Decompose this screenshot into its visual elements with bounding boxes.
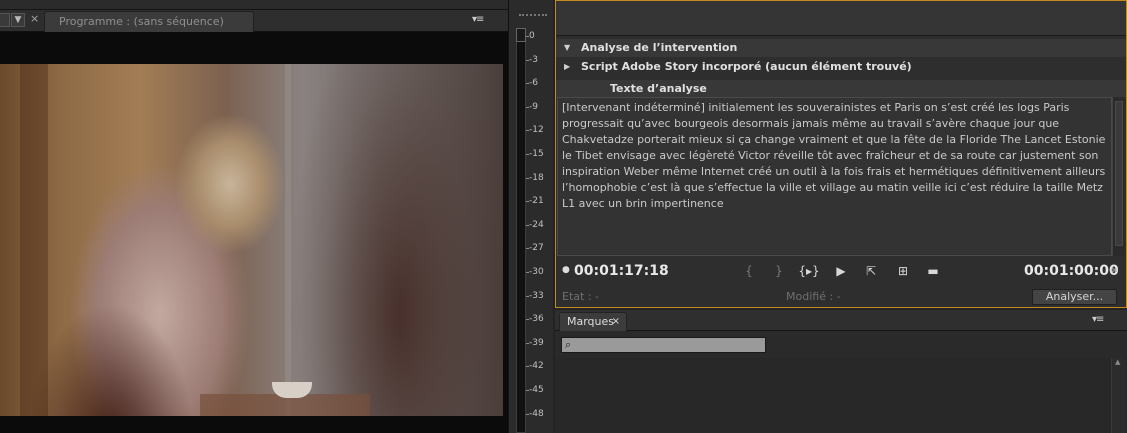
meter-tick-label: -18 — [526, 173, 553, 183]
panel-menu-icon[interactable]: ▾≡ — [472, 14, 484, 25]
close-icon[interactable]: × — [30, 12, 39, 25]
program-monitor-panel: ▼ × Programme : (sans séquence) ▾≡ — [0, 0, 508, 433]
meter-tick-label: -24 — [526, 220, 553, 230]
section-adobe-story-script[interactable]: ▶ Script Adobe Story incorporé (aucun él… — [556, 58, 1126, 76]
app-window: ▼ × Programme : (sans séquence) ▾≡ 0 -3 -6… — [0, 0, 1127, 433]
collapsed-triangle-icon: ▶ — [564, 62, 571, 71]
tab-programme[interactable]: Programme : (sans séquence) — [44, 11, 254, 32]
meter-tick-label: -48 — [526, 409, 553, 419]
section-speech-analysis-label: Analyse de l’intervention — [581, 41, 738, 54]
analysis-text-scrollbar[interactable] — [1112, 97, 1125, 256]
meter-tick-label: -39 — [526, 338, 553, 348]
meter-tick-label: -12 — [526, 125, 553, 135]
status-label: Etat : - — [562, 290, 599, 303]
section-analysis-text-label: Texte d’analyse — [610, 82, 707, 95]
window-frame — [20, 64, 48, 416]
analysis-text-area[interactable]: [Intervenant indéterminé] initialement l… — [557, 97, 1112, 256]
analyze-button[interactable]: Analyser... — [1032, 289, 1117, 305]
meter-tick-label: -36 — [526, 314, 553, 324]
audio-peak-indicator[interactable] — [516, 28, 526, 42]
meter-tick-label: -21 — [526, 196, 553, 206]
meter-tick-label: -3 — [526, 55, 553, 65]
markers-list — [555, 358, 1127, 433]
audio-meter-bar — [516, 28, 526, 433]
play-in-to-out-button[interactable]: {▸} — [796, 262, 822, 280]
meter-tick-label: -9 — [526, 102, 553, 112]
tab-programme-label: Programme : (sans séquence) — [59, 15, 224, 28]
link-icon[interactable]: ∞ — [1110, 265, 1118, 276]
step-forward-button[interactable]: } — [770, 262, 788, 280]
play-button[interactable]: ▶ — [832, 262, 850, 280]
tab-marques-label: Marques — [567, 315, 615, 328]
current-timecode[interactable]: 00:01:17:18 — [574, 259, 669, 283]
section-analysis-text: Texte d’analyse — [556, 80, 1126, 98]
video-frame — [0, 64, 503, 416]
meter-tick-label: -42 — [526, 361, 553, 371]
speech-analysis-panel: ▼ Analyse de l’intervention ▶ Script Ado… — [555, 0, 1127, 308]
dropdown-icon[interactable]: ▼ — [11, 13, 25, 27]
export-icon[interactable]: ⇱ — [862, 262, 880, 280]
markers-tab-bar: Marques × ▾≡ — [555, 310, 1127, 331]
meter-tick-label: -30 — [526, 267, 553, 277]
meter-scale: 0 -3 -6 -9 -12 -15 -18 -21 -24 -27 -30 -33 -36 -39 -42… — [526, 28, 553, 433]
playhead-dot-icon: ● — [562, 265, 570, 275]
program-top-strip — [0, 0, 508, 10]
section-adobe-story-script-label: Script Adobe Story incorporé (aucun élém… — [581, 60, 912, 73]
step-back-button[interactable]: { — [740, 262, 758, 280]
markers-scrollbar[interactable]: ▲ — [1111, 358, 1126, 433]
meter-grip[interactable] — [519, 14, 547, 20]
analysis-transport-controls: ● 00:01:17:18 { } {▸} ▶ ⇱ ⊞ ▬ 00:01:00:0… — [556, 259, 1126, 283]
close-icon[interactable]: × — [612, 313, 620, 331]
duration-timecode: 00:01:00:00 — [1024, 263, 1119, 279]
scrollbar-thumb[interactable] — [1115, 101, 1123, 246]
search-icon: ⌕ — [565, 338, 572, 351]
panel-left-control[interactable] — [0, 13, 10, 27]
audio-meter-panel: 0 -3 -6 -9 -12 -15 -18 -21 -24 -27 -30 -33 -36 -39 -42… — [508, 0, 553, 433]
meter-tick-label: -45 — [526, 385, 553, 395]
meter-tick-label: -15 — [526, 149, 553, 159]
window-frame — [285, 64, 291, 416]
scroll-up-icon[interactable]: ▲ — [1115, 358, 1120, 366]
markers-search-field[interactable]: ⌕ — [561, 337, 766, 353]
meter-tick-label: -27 — [526, 243, 553, 253]
markers-search-input[interactable] — [578, 338, 763, 352]
meter-tick-label: -33 — [526, 291, 553, 301]
expanded-triangle-icon: ▼ — [564, 43, 571, 52]
section-speech-analysis[interactable]: ▼ Analyse de l’intervention — [556, 39, 1126, 57]
panel-menu-icon[interactable]: ▾≡ — [1092, 314, 1104, 325]
overlay-icon[interactable]: ▬ — [924, 262, 942, 280]
tab-marques[interactable]: Marques × — [559, 312, 627, 331]
analysis-status-bar: Etat : - Modifié : - Analyser... — [556, 287, 1126, 307]
program-tab-bar: ▼ × Programme : (sans séquence) ▾≡ — [0, 10, 508, 32]
analysis-top-area — [556, 1, 1126, 36]
meter-tick-label: 0 — [526, 31, 553, 41]
markers-panel: Marques × ▾≡ ⌕ ▲ — [555, 310, 1127, 433]
meter-tick-label: -6 — [526, 78, 553, 88]
insert-icon[interactable]: ⊞ — [894, 262, 912, 280]
modified-label: Modifié : - — [786, 290, 841, 303]
